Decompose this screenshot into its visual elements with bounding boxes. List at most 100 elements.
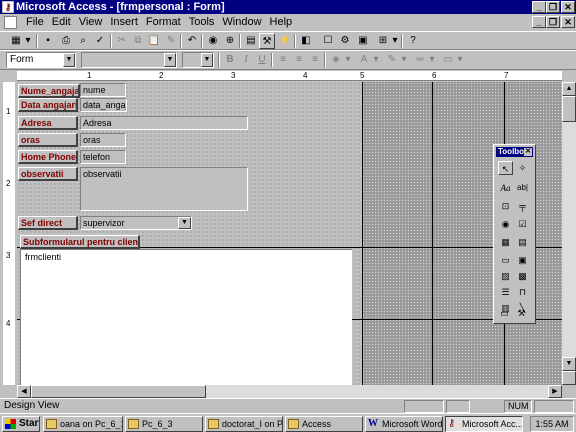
menu-edit[interactable]: Edit bbox=[48, 16, 75, 29]
label-subformular[interactable]: Subformularul pentru clienti bbox=[20, 235, 140, 249]
combo-box-icon[interactable]: ▦ bbox=[498, 235, 513, 249]
special-effect-icon[interactable]: ▭ bbox=[440, 52, 456, 68]
more-controls-icon[interactable]: ⚒ bbox=[514, 306, 529, 320]
doc-minimize-button[interactable]: _ bbox=[532, 16, 546, 28]
menu-format[interactable]: Format bbox=[142, 16, 185, 29]
font-color-dropdown-icon[interactable]: ▾ bbox=[372, 52, 380, 68]
option-group-icon[interactable]: ⊡ bbox=[498, 199, 513, 213]
label-home-phone[interactable]: Home Phone bbox=[18, 150, 78, 164]
align-center-icon[interactable]: ≡ bbox=[291, 52, 307, 68]
field-nume[interactable]: nume bbox=[80, 83, 126, 97]
doc-restore-button[interactable]: ❐ bbox=[546, 16, 560, 28]
task-doctorat[interactable]: doctorat_I on P... bbox=[205, 416, 283, 432]
horizontal-scroll-thumb[interactable] bbox=[31, 385, 206, 398]
chevron-down-icon[interactable]: ▼ bbox=[63, 53, 75, 67]
image-icon[interactable]: ▣ bbox=[515, 253, 530, 267]
toggle-button-icon[interactable]: ╤ bbox=[515, 199, 530, 213]
field-adresa[interactable]: Adresa bbox=[80, 116, 248, 130]
page-break-icon[interactable]: ☰ bbox=[498, 285, 513, 299]
select-objects-icon[interactable]: ↖ bbox=[498, 161, 513, 175]
autoformat-icon[interactable]: ⚡ bbox=[277, 33, 293, 49]
field-oras[interactable]: oras bbox=[80, 133, 126, 147]
new-object-dropdown-icon[interactable]: ▾ bbox=[391, 33, 399, 49]
start-button[interactable]: Start bbox=[2, 416, 40, 432]
save-icon[interactable]: ▪ bbox=[40, 33, 56, 49]
help-icon[interactable]: ? bbox=[405, 33, 421, 49]
doc-close-button[interactable]: ✕ bbox=[561, 16, 575, 28]
line-width-icon[interactable]: ═ bbox=[412, 52, 428, 68]
scroll-left-icon[interactable]: ◀ bbox=[17, 385, 31, 398]
field-observatii[interactable]: observatii bbox=[80, 167, 248, 211]
label-tool-icon[interactable]: Aa bbox=[498, 181, 513, 195]
subform-frmclienti[interactable]: frmclienti bbox=[20, 249, 352, 385]
toolbox-close-icon[interactable]: ✕ bbox=[524, 148, 532, 156]
scroll-up-icon[interactable]: ▲ bbox=[562, 82, 576, 96]
tab-control-icon[interactable]: ⊓ bbox=[515, 285, 530, 299]
check-box-icon[interactable]: ☑ bbox=[515, 217, 530, 231]
field-telefon[interactable]: telefon bbox=[80, 150, 126, 164]
line-width-dropdown-icon[interactable]: ▾ bbox=[428, 52, 436, 68]
control-wizards-icon[interactable]: ✧ bbox=[515, 161, 530, 175]
vertical-scrollbar[interactable]: ▲ ▼ bbox=[562, 82, 576, 385]
task-access[interactable]: ⚷ Microsoft Acc... bbox=[445, 416, 523, 432]
field-list-icon[interactable]: ▤ bbox=[243, 33, 259, 49]
line-color-dropdown-icon[interactable]: ▾ bbox=[400, 52, 408, 68]
form-design-canvas[interactable]: Nume_angajat nume Data angajarii data_an… bbox=[17, 82, 562, 385]
menu-window[interactable]: Window bbox=[218, 16, 265, 29]
scroll-right-icon[interactable]: ▶ bbox=[548, 385, 562, 398]
close-button[interactable]: ✕ bbox=[561, 1, 575, 13]
scroll-down-icon[interactable]: ▼ bbox=[562, 357, 576, 371]
align-left-icon[interactable]: ≡ bbox=[275, 52, 291, 68]
bold-icon[interactable]: B bbox=[222, 52, 238, 68]
menu-help[interactable]: Help bbox=[266, 16, 297, 29]
text-box-tool-icon[interactable]: ab| bbox=[515, 181, 530, 195]
access-key-icon[interactable]: ⚷ bbox=[2, 1, 14, 13]
label-nume-angajat[interactable]: Nume_angajat bbox=[18, 84, 80, 98]
properties-icon[interactable]: ☐ bbox=[320, 33, 336, 49]
horizontal-scrollbar[interactable]: ◀ ▶ bbox=[17, 385, 562, 398]
command-button-icon[interactable]: ▭ bbox=[498, 253, 513, 267]
field-data-angaj[interactable]: data_angaj bbox=[80, 98, 127, 112]
font-color-icon[interactable]: A bbox=[356, 52, 372, 68]
label-observatii[interactable]: observatii bbox=[18, 167, 78, 181]
system-clock[interactable]: 1:55 AM bbox=[530, 416, 574, 432]
special-effect-dropdown-icon[interactable]: ▾ bbox=[456, 52, 464, 68]
code-icon[interactable]: ◧ bbox=[298, 33, 314, 49]
chevron-down-icon[interactable]: ▼ bbox=[178, 217, 191, 229]
new-object-icon[interactable]: ⊞ bbox=[375, 33, 391, 49]
view-icon[interactable]: ▦ bbox=[8, 33, 24, 49]
font-combo[interactable]: ▼ bbox=[81, 52, 177, 68]
web-icon[interactable]: ◉ bbox=[205, 33, 221, 49]
minimize-button[interactable]: _ bbox=[532, 1, 546, 13]
chevron-down-icon[interactable]: ▼ bbox=[201, 53, 213, 67]
toolbox-icon[interactable]: ⚒ bbox=[259, 33, 275, 49]
task-word[interactable]: W Microsoft Word... bbox=[365, 416, 443, 432]
task-pc63[interactable]: Pc_6_3 bbox=[125, 416, 203, 432]
task-oana[interactable]: oana on Pc_6_1 bbox=[43, 416, 123, 432]
cut-icon[interactable]: ✂ bbox=[114, 33, 130, 49]
menu-tools[interactable]: Tools bbox=[185, 16, 219, 29]
form-document-icon[interactable] bbox=[4, 16, 17, 29]
menu-insert[interactable]: Insert bbox=[106, 16, 142, 29]
label-adresa[interactable]: Adresa bbox=[18, 116, 78, 130]
task-access-folder[interactable]: Access bbox=[285, 416, 363, 432]
vertical-scroll-thumb[interactable] bbox=[562, 96, 576, 122]
unbound-object-frame-icon[interactable]: ▨ bbox=[498, 269, 513, 283]
chevron-down-icon[interactable]: ▼ bbox=[164, 53, 176, 67]
copy-icon[interactable]: ⧉ bbox=[130, 33, 146, 49]
label-oras[interactable]: oras bbox=[18, 133, 78, 147]
object-combo[interactable]: Form ▼ bbox=[6, 52, 76, 68]
align-right-icon[interactable]: ≡ bbox=[307, 52, 323, 68]
toolbox-title-bar[interactable]: Toolbox ✕ bbox=[496, 147, 533, 157]
print-icon[interactable]: ⎙ bbox=[58, 33, 74, 49]
list-box-icon[interactable]: ▤ bbox=[515, 235, 530, 249]
bound-object-frame-icon[interactable]: ▩ bbox=[515, 269, 530, 283]
rectangle-icon[interactable]: ▭ bbox=[497, 306, 512, 320]
print-preview-icon[interactable]: ⌕ bbox=[75, 33, 91, 49]
format-painter-icon[interactable]: ✎ bbox=[163, 33, 179, 49]
build-icon[interactable]: ⚙ bbox=[337, 33, 353, 49]
undo-icon[interactable]: ↶ bbox=[184, 33, 200, 49]
fill-color-icon[interactable]: ◈ bbox=[328, 52, 344, 68]
line-color-icon[interactable]: ✎ bbox=[384, 52, 400, 68]
spelling-icon[interactable]: ✓ bbox=[92, 33, 108, 49]
